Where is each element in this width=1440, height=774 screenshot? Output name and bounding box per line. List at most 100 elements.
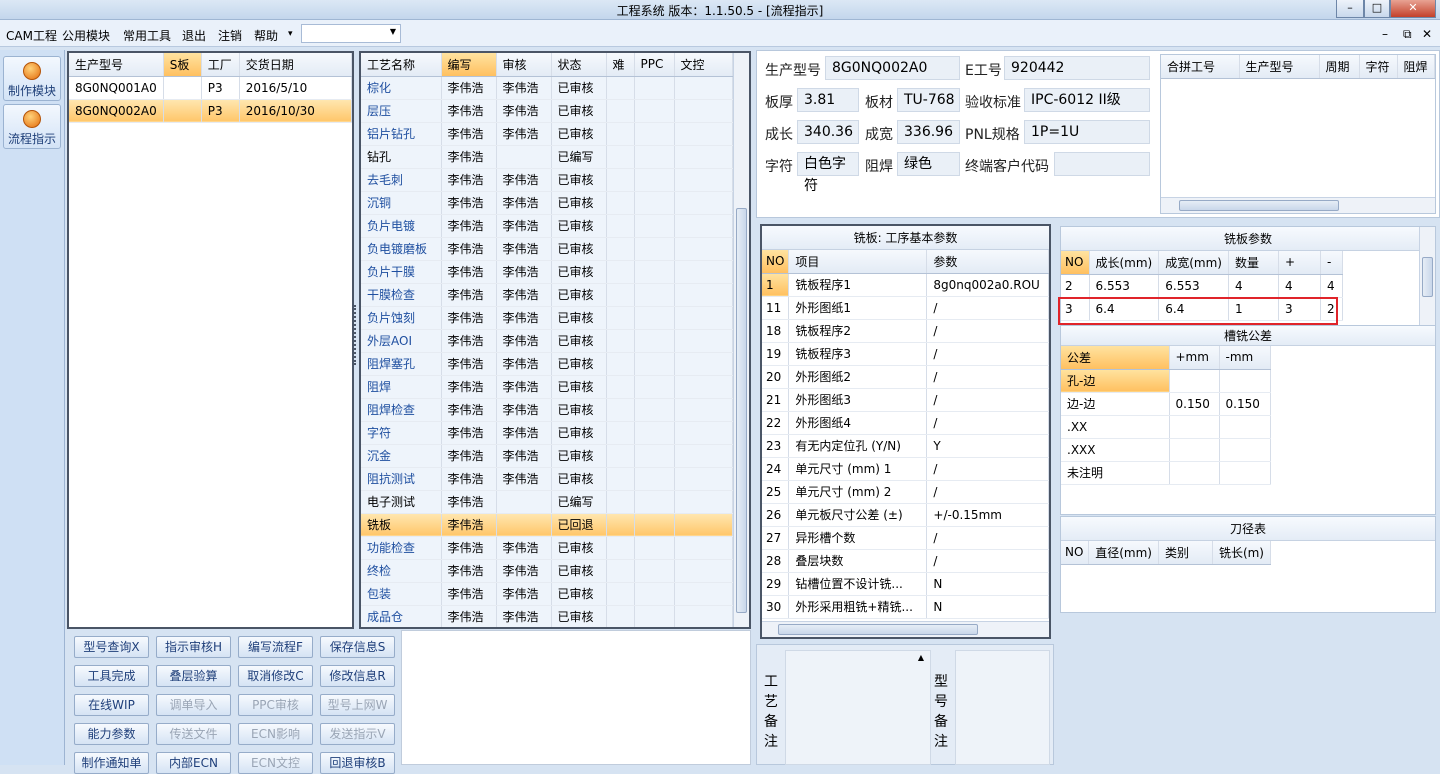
table-row[interactable]: 20 外形图纸2/ — [762, 365, 1049, 389]
col-merge-no[interactable]: 合拼工号 — [1161, 55, 1240, 79]
table-row[interactable]: 24 单元尺寸 (mm) 1/ — [762, 457, 1049, 481]
action-button[interactable]: 型号上网W — [320, 694, 395, 716]
col-merge-model[interactable]: 生产型号 — [1239, 55, 1320, 79]
action-button[interactable]: 指示审核H — [156, 636, 231, 658]
table-row[interactable]: 阻焊塞孔 李伟浩 李伟浩 已审核 — [361, 352, 733, 376]
action-button[interactable]: 编写流程F — [238, 636, 313, 658]
col-delivery-date[interactable]: 交货日期 — [239, 53, 353, 77]
maximize-button[interactable]: □ — [1364, 0, 1390, 18]
table-row[interactable]: 22 外形图纸4/ — [762, 411, 1049, 435]
col-merge-period[interactable]: 周期 — [1319, 55, 1360, 79]
table-row[interactable]: 19 铣板程序3/ — [762, 342, 1049, 366]
table-row[interactable]: 干膜检查 李伟浩 李伟浩 已审核 — [361, 283, 733, 307]
close-button[interactable]: ✕ — [1390, 0, 1436, 18]
module-select[interactable]: ▼ — [301, 24, 401, 43]
field-customer[interactable] — [1054, 152, 1150, 176]
col-no[interactable]: NO — [1061, 541, 1090, 565]
table-row[interactable]: 终检 李伟浩 李伟浩 已审核 — [361, 559, 733, 583]
table-row[interactable]: 层压 李伟浩 李伟浩 已审核 — [361, 99, 733, 123]
scroll-thumb[interactable] — [1179, 200, 1339, 211]
table-row[interactable]: 电子测试 李伟浩 已编写 — [361, 490, 733, 514]
merge-hscroll[interactable] — [1161, 197, 1435, 213]
col-process-name[interactable]: 工艺名称 — [361, 53, 442, 77]
basic-params-hscroll[interactable] — [762, 621, 1049, 637]
field-thickness[interactable]: 3.81 — [797, 88, 859, 112]
col-merge-mask[interactable]: 阻焊 — [1397, 55, 1435, 79]
field-material[interactable]: TU-768 — [897, 88, 960, 112]
action-button[interactable]: ECN影响 — [238, 723, 313, 745]
process-notes-input[interactable]: ▲ — [785, 650, 931, 765]
mill-params-scrollbar[interactable] — [1419, 227, 1435, 325]
action-button[interactable]: 在线WIP — [74, 694, 149, 716]
action-button[interactable]: 能力参数 — [74, 723, 149, 745]
minimize-button[interactable]: – — [1336, 0, 1364, 18]
table-row-selected[interactable]: 8G0NQ002A0 P3 2016/10/30 — [69, 99, 353, 123]
col-doc-control[interactable]: 文控 — [674, 53, 733, 77]
col-reviewer[interactable]: 审核 — [496, 53, 552, 77]
table-row[interactable]: 钻孔 李伟浩 已编写 — [361, 145, 733, 169]
table-row[interactable]: 阻焊检查 李伟浩 李伟浩 已审核 — [361, 398, 733, 422]
table-row[interactable]: 字符 李伟浩 李伟浩 已审核 — [361, 421, 733, 445]
table-row[interactable]: 27 异形槽个数 / — [762, 526, 1049, 550]
col-wid[interactable]: 成宽(mm) — [1158, 251, 1229, 275]
help-arrow-icon[interactable]: ▾ — [288, 29, 293, 39]
table-row[interactable]: 30 外形采用粗铣+精铣... N — [762, 595, 1049, 619]
sidebar-item-make-module[interactable]: 制作模块 — [3, 56, 61, 101]
scroll-thumb[interactable] — [778, 624, 978, 635]
col-factory[interactable]: 工厂 — [201, 53, 240, 77]
table-row[interactable]: 18 铣板程序2/ — [762, 319, 1049, 343]
action-button[interactable]: 内部ECN — [156, 752, 231, 774]
table-row[interactable]: 功能检查 李伟浩 李伟浩 已审核 — [361, 536, 733, 560]
col-ppc[interactable]: PPC — [634, 53, 675, 77]
action-button[interactable]: 取消修改C — [238, 665, 313, 687]
col-minus-mm[interactable]: -mm — [1219, 346, 1271, 370]
col-param[interactable]: 参数 — [926, 250, 1049, 274]
col-len[interactable]: 成长(mm) — [1089, 251, 1160, 275]
menu-cam[interactable]: CAM工程 — [6, 27, 57, 44]
menu-tools[interactable]: 常用工具 — [123, 27, 171, 44]
table-row[interactable]: 负片电镀 李伟浩 李伟浩 已审核 — [361, 214, 733, 238]
col-no[interactable]: NO — [1061, 251, 1090, 275]
table-row[interactable]: 负电镀磨板 李伟浩 李伟浩 已审核 — [361, 237, 733, 261]
col-qty[interactable]: 数量 — [1228, 251, 1279, 275]
col-status[interactable]: 状态 — [551, 53, 607, 77]
sidebar-item-flow[interactable]: 流程指示 — [3, 104, 61, 149]
action-button[interactable]: 型号查询X — [74, 636, 149, 658]
table-row[interactable]: 沉金 李伟浩 李伟浩 已审核 — [361, 444, 733, 468]
table-row[interactable]: 孔-边 — [1061, 369, 1271, 393]
field-length[interactable]: 340.36 — [797, 120, 859, 144]
mdi-close-icon[interactable]: ✕ — [1422, 27, 1432, 41]
col-s-board[interactable]: S板 — [163, 53, 202, 77]
table-row[interactable]: 阻焊 李伟浩 李伟浩 已审核 — [361, 375, 733, 399]
field-width[interactable]: 336.96 — [897, 120, 960, 144]
action-button[interactable]: 发送指示V — [320, 723, 395, 745]
table-row[interactable]: 铣板 李伟浩 已回退 — [361, 513, 733, 537]
menu-exit[interactable]: 退出 — [182, 27, 206, 44]
col-model[interactable]: 生产型号 — [69, 53, 164, 77]
action-button[interactable]: PPC审核 — [238, 694, 313, 716]
col-minus[interactable]: - — [1320, 251, 1343, 275]
table-row[interactable]: 外层AOI 李伟浩 李伟浩 已审核 — [361, 329, 733, 353]
mdi-minimize-icon[interactable]: – — [1382, 27, 1388, 41]
action-button[interactable]: 传送文件 — [156, 723, 231, 745]
menu-common-module[interactable]: 公用模块 — [62, 27, 110, 44]
scroll-thumb[interactable] — [736, 208, 747, 613]
table-row[interactable]: 11 外形图纸1/ — [762, 296, 1049, 320]
col-tolerance[interactable]: 公差 — [1061, 346, 1170, 370]
table-row[interactable]: 28 叠层块数 / — [762, 549, 1049, 573]
field-eno[interactable]: 920442 — [1004, 56, 1150, 80]
menu-logout[interactable]: 注销 — [218, 27, 242, 44]
table-row[interactable]: 边-边 0.150 0.150 — [1061, 392, 1271, 416]
action-button[interactable]: 回退审核B — [320, 752, 395, 774]
table-row[interactable]: .XXX — [1061, 438, 1271, 462]
table-row[interactable]: 包装 李伟浩 李伟浩 已审核 — [361, 582, 733, 606]
table-row[interactable]: 成品仓 李伟浩 李伟浩 已审核 — [361, 605, 733, 627]
field-legend[interactable]: 白色字符 — [797, 152, 859, 194]
table-row[interactable]: 29 钻槽位置不设计铣... N — [762, 572, 1049, 596]
menu-help[interactable]: 帮助 — [254, 27, 278, 44]
col-plus[interactable]: + — [1278, 251, 1321, 275]
table-row[interactable]: 25 单元尺寸 (mm) 2/ — [762, 480, 1049, 504]
scroll-thumb[interactable] — [1422, 257, 1433, 297]
table-row[interactable]: 棕化 李伟浩 李伟浩 已审核 — [361, 76, 733, 100]
col-merge-legend[interactable]: 字符 — [1359, 55, 1398, 79]
